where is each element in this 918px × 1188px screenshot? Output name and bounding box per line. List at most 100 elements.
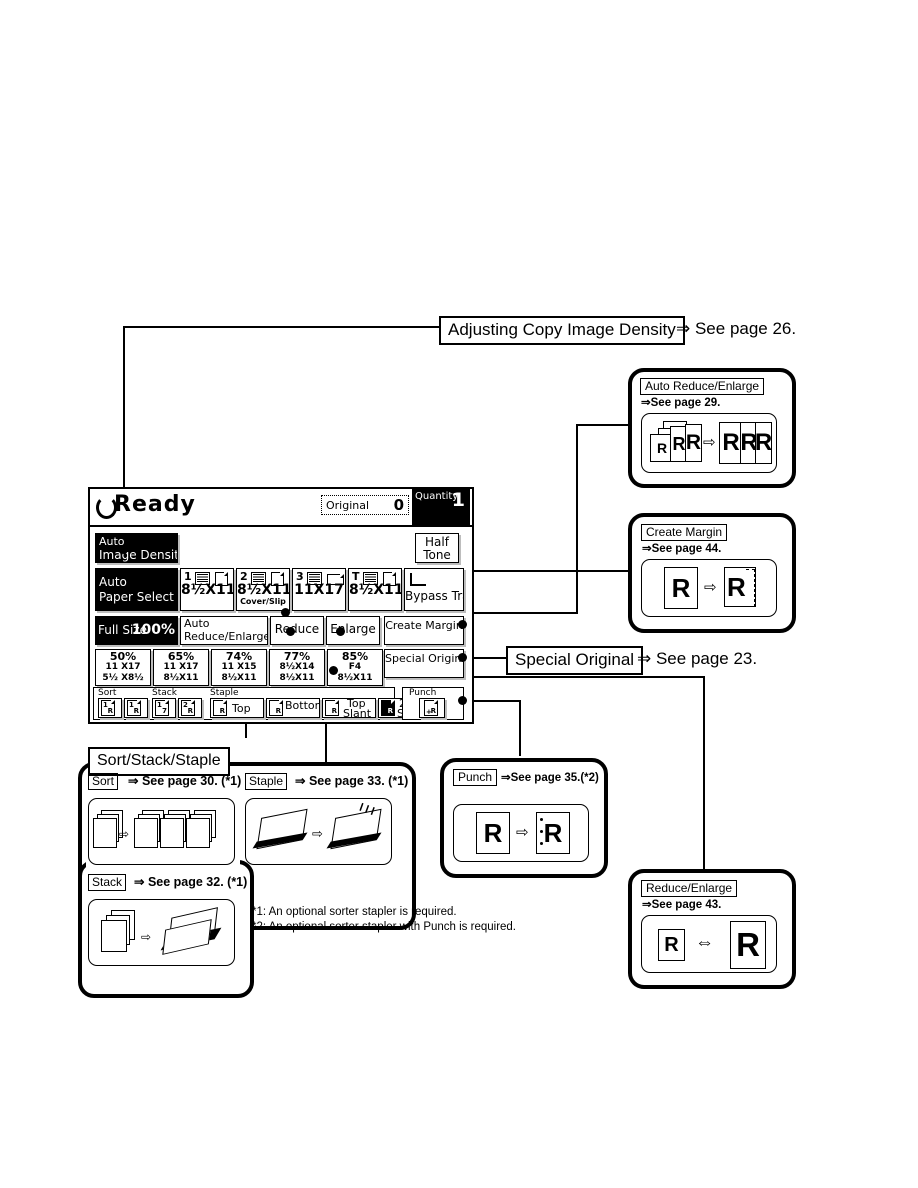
stack-section-label: Stack <box>152 688 177 698</box>
tray-button-3[interactable]: 3 11X17 <box>292 568 346 611</box>
sheet-letter: R <box>219 707 225 715</box>
tray-button-2[interactable]: 2 8½X11 Cover/Slip <box>236 568 290 611</box>
balloon-reduce-enlarge: Reduce/Enlarge ⇒See page 43. R ⇔ R <box>628 869 796 989</box>
staple-top-button[interactable]: R Top <box>210 698 264 718</box>
stack-button-1[interactable]: 1 7 <box>152 698 176 718</box>
zoom-ratio-button-3[interactable]: 74% 11 X15 8½X11 <box>211 649 267 686</box>
balloon-auto-reduce-enlarge: Auto Reduce/Enlarge ⇒See page 29. R R R … <box>628 368 796 488</box>
finisher-section: Sort Stack Staple 1 R 1 R 1 7 2 R R Top … <box>93 687 432 720</box>
leader-sss-v <box>325 722 327 762</box>
bypass-label: Bypass Tray <box>405 589 463 603</box>
punch-section: Punch R + <box>402 687 464 720</box>
stack-see: ⇒ See page 32. (*1) <box>134 875 248 889</box>
punch-plus: + <box>426 708 432 716</box>
sort-page-icon: 1 R <box>127 700 141 716</box>
sheet <box>93 818 117 848</box>
tray-size: 11X17 <box>294 582 344 598</box>
leader-reduceenlarge-top <box>464 676 705 678</box>
stack-tag: Stack <box>88 874 127 891</box>
quantity-value: 1 <box>451 489 465 511</box>
connector-dot-enlarge <box>336 627 345 636</box>
balloon-sss-join-patch2 <box>240 905 250 919</box>
quantity-box: Quantity 1 <box>412 489 470 525</box>
balloon-autore-see: ⇒See page 29. <box>641 397 721 409</box>
margin-dashed-marker <box>746 569 755 607</box>
callout-density-title: Adjusting Copy Image Density <box>439 316 685 345</box>
punch-hole-1 <box>540 818 543 821</box>
zoom-to: 8½X11 <box>337 673 373 683</box>
punch-button[interactable]: R + <box>419 698 445 718</box>
zoom-ratio-button-1[interactable]: 50% 11 X17 5½ X8½ <box>95 649 151 686</box>
sort-section-label: Sort <box>98 688 117 698</box>
enlarge-label: Enlarge <box>330 622 376 636</box>
sheet-letter: R <box>275 707 281 715</box>
auto-image-density-button[interactable]: Auto Image Density <box>95 533 178 563</box>
stack-page-icon: 1 7 <box>155 700 169 716</box>
sort-button-2[interactable]: 1 R <box>124 698 148 718</box>
staple-top-slant-button[interactable]: R Top Slant <box>322 698 376 718</box>
punch-hole-3 <box>540 842 543 845</box>
sheet <box>134 818 158 848</box>
full-size-button[interactable]: Full Size 100% <box>95 616 178 645</box>
tray-sublabel: Cover/Slip <box>240 597 286 606</box>
balloon-createmargin-title: Create Margin <box>641 524 728 541</box>
staple-bottom-button[interactable]: R Bottom <box>266 698 320 718</box>
zoom-from: 8½X14 <box>279 662 315 672</box>
bypass-arrow-icon <box>410 573 426 586</box>
density-line2: Image Density <box>99 548 178 562</box>
staple-label-topslant-2: Slant <box>343 707 372 718</box>
callout-sss-title: Sort/Stack/Staple <box>88 747 230 776</box>
arrow-icon-stack: ⇨ <box>141 930 152 944</box>
tray-button-T[interactable]: T 8½X11 <box>348 568 402 611</box>
balloon-createmargin-see: ⇒See page 44. <box>642 543 722 555</box>
punch-page-icon: R + <box>424 700 438 716</box>
create-margin-button[interactable]: Create Margin <box>384 616 464 645</box>
page-enlarged: R <box>730 921 766 969</box>
tray-size: 8½X11 <box>181 582 234 598</box>
enlarge-button[interactable]: Enlarge <box>326 616 380 645</box>
tray-button-1[interactable]: 1 8½X11 <box>180 568 234 611</box>
sheet-letter: R <box>187 707 193 715</box>
auto-reduce-enlarge-button[interactable]: Auto Reduce/Enlarge <box>180 616 268 645</box>
balloon-create-margin: Create Margin ⇒See page 44. R ⇨ R <box>628 513 796 633</box>
fullsize-value: 100% <box>131 622 175 638</box>
callout-density-see: ⇒ See page 26. <box>676 319 797 338</box>
balloon-punch-see: ⇒See page 35.(*2) <box>501 772 599 784</box>
staple-illustration: ⇨ <box>245 798 392 865</box>
staple-label-bottom: Bottom <box>285 699 319 712</box>
reduce-label: Reduce <box>274 622 320 636</box>
auto-paper-select-button[interactable]: Auto Paper Select <box>95 568 178 611</box>
balloon-reduceenlarge-title: Reduce/Enlarge <box>641 880 738 897</box>
sort-button-1[interactable]: 1 R <box>98 698 122 718</box>
balloon-createmargin-illus: R ⇨ R <box>641 559 777 617</box>
callout-specialoriginal-title: Special Original <box>506 646 644 675</box>
reduce-button[interactable]: Reduce <box>270 616 324 645</box>
sheet-letter: R <box>107 707 113 715</box>
balloon-punch-title: Punch <box>453 769 498 786</box>
arrow-icon-createmargin: ⇨ <box>704 579 717 596</box>
sheet-letter: R <box>387 707 393 715</box>
staple-label-top: Top <box>232 702 251 715</box>
page-small-5: R <box>685 424 702 462</box>
bypass-tray-button[interactable]: Bypass Tray <box>404 568 464 611</box>
balloon-punch-illus: R ⇨ R <box>453 804 589 862</box>
stack-button-2[interactable]: 2 R <box>178 698 202 718</box>
callout-specialoriginal-see: ⇒ See page 23. <box>637 649 758 668</box>
sheet <box>160 818 184 848</box>
special-original-button[interactable]: Special Original <box>384 649 464 678</box>
footnote-1: *1: An optional sorter stapler is requir… <box>252 906 457 918</box>
leader-autore-top <box>576 424 628 426</box>
connector-dot-reduce <box>286 627 295 636</box>
zoom-to: 5½ X8½ <box>102 673 144 683</box>
autore-line2: Reduce/Enlarge <box>184 630 268 643</box>
punch-section-label: Punch <box>409 688 437 698</box>
half-tone-button[interactable]: Half Tone <box>415 533 459 563</box>
page-big-3: R <box>755 422 772 464</box>
zoom-ratio-button-2[interactable]: 65% 11 X17 8½X11 <box>153 649 209 686</box>
arrow-icon-reduceenlarge: ⇔ <box>695 932 714 953</box>
zoom-to: 8½X11 <box>163 673 199 683</box>
connector-dot-autore <box>281 608 290 617</box>
arrow-icon-punch: ⇨ <box>516 824 529 841</box>
leader-createmargin <box>464 570 628 572</box>
zoom-ratio-button-4[interactable]: 77% 8½X14 8½X11 <box>269 649 325 686</box>
